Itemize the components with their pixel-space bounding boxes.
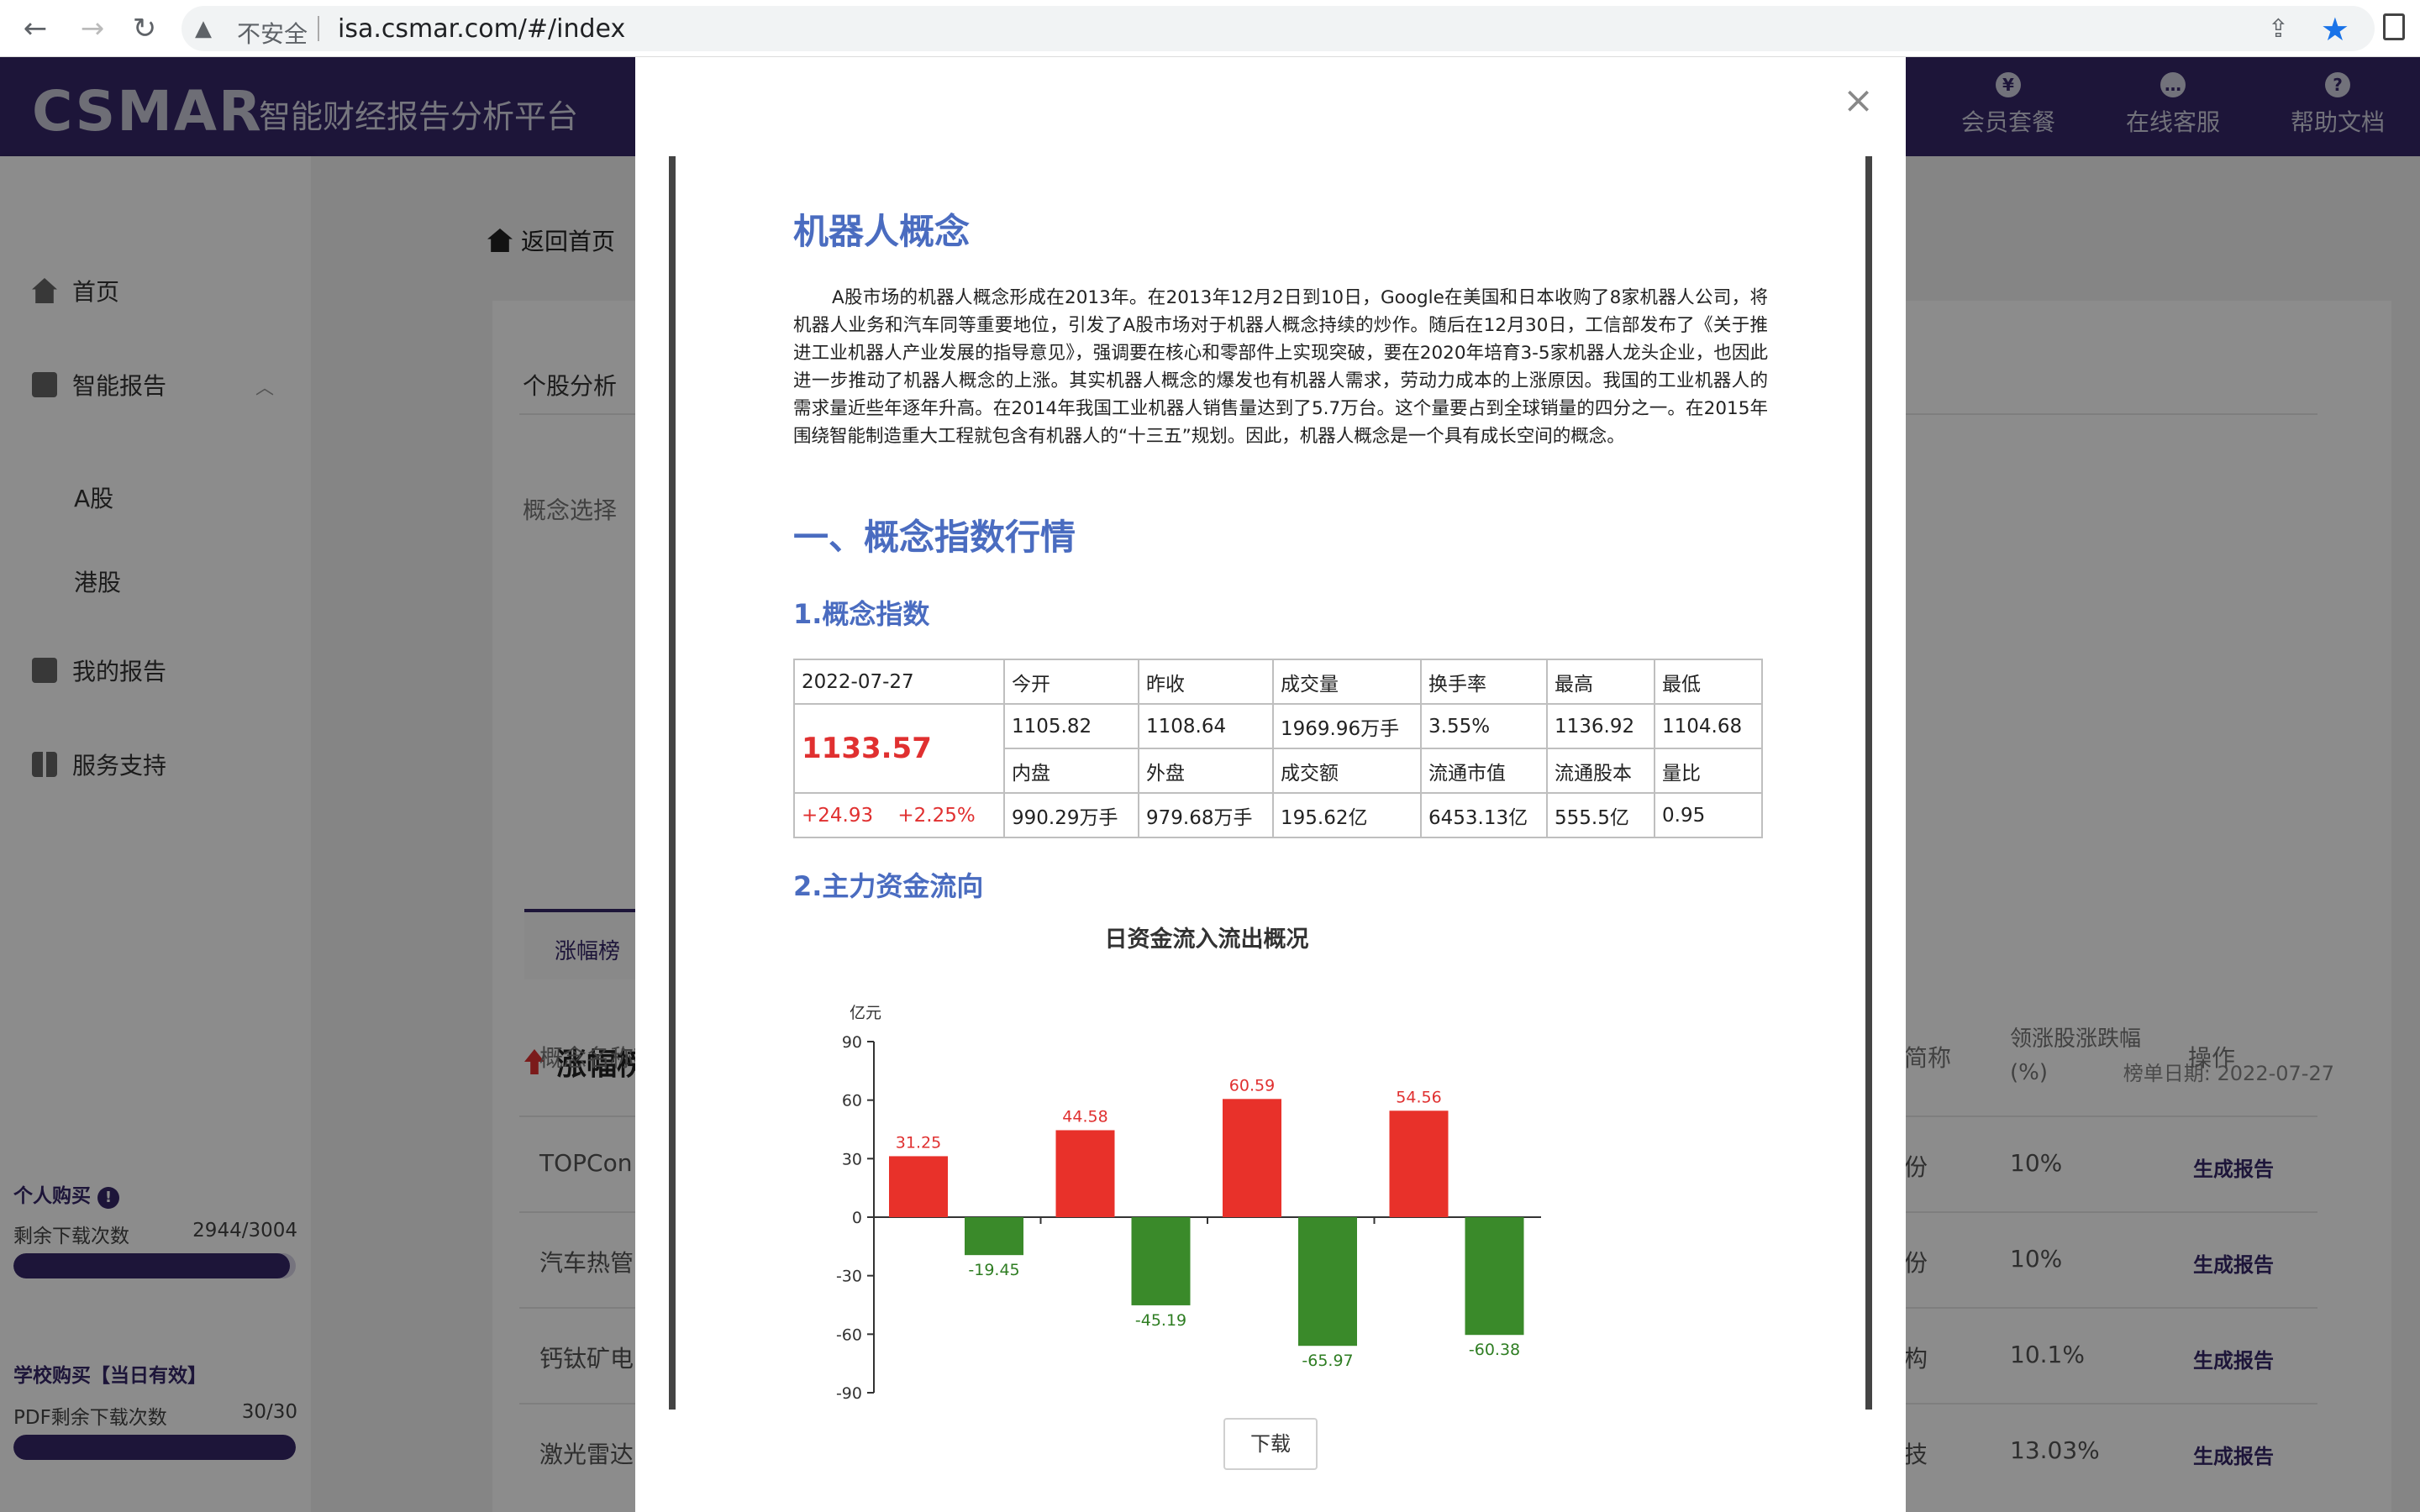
quote-header: 成交量: [1272, 659, 1422, 705]
quote-value: 3.55%: [1420, 703, 1548, 749]
y-tick-label: 0: [852, 1209, 862, 1227]
quote-header: 量比: [1654, 748, 1763, 794]
quote-value: 990.29万手: [1003, 792, 1139, 838]
report-document[interactable]: 机器人概念 A股市场的机器人概念形成在2013年。在2013年12月2日到10日…: [669, 156, 1872, 1410]
quote-change-pct: +2.25%: [897, 804, 976, 827]
warning-icon: ▲: [195, 16, 212, 41]
y-tick-label: -30: [836, 1268, 862, 1286]
capital-flow-chart: 日资金流入流出概况 亿元 90 60 30 0 -30 -60 -90 31.25 -19.45 4…: [793, 916, 1768, 1410]
inflow-data-label: 60.59: [1229, 1076, 1275, 1095]
quote-header: 成交额: [1272, 748, 1422, 794]
report-title: 机器人概念: [793, 211, 971, 252]
quote-value: 1104.68: [1654, 703, 1763, 749]
quote-value: 0.95: [1654, 792, 1763, 838]
section-heading: 一、概念指数行情: [793, 517, 1076, 558]
inflow-data-label: 54.56: [1396, 1088, 1441, 1106]
forward-arrow-icon[interactable]: →: [72, 8, 113, 49]
quote-header: 流通市值: [1420, 748, 1548, 794]
quote-value: 1969.96万手: [1272, 703, 1422, 749]
back-arrow-icon[interactable]: ←: [15, 8, 55, 49]
y-axis-unit-label: 亿元: [850, 1004, 881, 1022]
inflow-bar: [1389, 1110, 1449, 1217]
table-row: 2022-07-27 今开 昨收 成交量 换手率 最高 最低: [793, 659, 1763, 705]
outflow-bar: [965, 1217, 1023, 1256]
browser-toolbar: ← → ↻ ▲ 不安全 isa.csmar.com/#/index ⇪ ★: [0, 0, 2420, 57]
intro-paragraph: A股市场的机器人概念形成在2013年。在2013年12月2日到10日，Googl…: [793, 287, 1768, 447]
reload-icon[interactable]: ↻: [124, 8, 165, 49]
chart-svg: 亿元 90 60 30 0 -30 -60 -90 31.25 -19.45 44.58 -45.19…: [836, 1004, 1541, 1403]
quote-value: 1136.92: [1546, 703, 1655, 749]
url-divider: [318, 16, 319, 41]
quote-header: 最高: [1546, 659, 1655, 705]
outflow-bar: [1298, 1217, 1357, 1347]
bookmark-star-icon[interactable]: ★: [2321, 11, 2349, 48]
security-label: 不安全: [237, 20, 308, 48]
quote-header: 外盘: [1138, 748, 1274, 794]
inflow-bar: [1223, 1099, 1281, 1217]
quote-value: 979.68万手: [1138, 792, 1274, 838]
quote-value: 6453.13亿: [1420, 792, 1548, 838]
outflow-bar: [1131, 1217, 1191, 1305]
download-button[interactable]: 下载: [1223, 1418, 1318, 1470]
quote-header: 昨收: [1138, 659, 1274, 705]
index-quote-table: 2022-07-27 今开 昨收 成交量 换手率 最高 最低 1133.57 1…: [793, 659, 1763, 838]
url-text[interactable]: isa.csmar.com/#/index: [338, 14, 625, 44]
quote-header: 今开: [1003, 659, 1139, 705]
subsection-heading-capital-flow: 2.主力资金流向: [793, 870, 984, 902]
inflow-bar: [889, 1156, 948, 1217]
inflow-data-label: 31.25: [896, 1133, 941, 1152]
quote-header: 流通股本: [1546, 748, 1655, 794]
quote-change: +24.93 +2.25%: [793, 792, 1005, 838]
quote-value: 555.5亿: [1546, 792, 1655, 838]
outflow-data-label: -65.97: [1302, 1352, 1353, 1370]
quote-header: 最低: [1654, 659, 1763, 705]
address-bar[interactable]: ▲ 不安全 isa.csmar.com/#/index ⇪ ★: [182, 6, 2375, 51]
quote-date: 2022-07-27: [793, 659, 1005, 705]
y-tick-label: 30: [842, 1150, 862, 1168]
quote-change-value: +24.93: [802, 804, 874, 827]
subsection-heading-index: 1.概念指数: [793, 598, 930, 630]
close-icon[interactable]: ×: [1843, 82, 1874, 119]
quote-header: 换手率: [1420, 659, 1548, 705]
share-icon[interactable]: ⇪: [2268, 14, 2289, 44]
quote-value: 195.62亿: [1272, 792, 1422, 838]
table-row: +24.93 +2.25% 990.29万手 979.68万手 195.62亿 …: [793, 792, 1763, 838]
inflow-data-label: 44.58: [1062, 1107, 1107, 1126]
table-row: 1133.57 1105.82 1108.64 1969.96万手 3.55% …: [793, 703, 1763, 794]
y-tick-label: 90: [842, 1033, 862, 1052]
quote-header: 内盘: [1003, 748, 1139, 794]
outflow-data-label: -45.19: [1135, 1311, 1186, 1330]
outflow-data-label: -60.38: [1469, 1341, 1520, 1359]
quote-value: 1105.82: [1003, 703, 1139, 749]
y-tick-label: 60: [842, 1092, 862, 1110]
report-preview-modal: × 机器人概念 A股市场的机器人概念形成在2013年。在2013年12月2日到1…: [635, 57, 1906, 1512]
outflow-bar: [1465, 1217, 1524, 1336]
tab-search-icon[interactable]: [2383, 13, 2405, 40]
quote-price: 1133.57: [793, 703, 1005, 794]
y-tick-label: -60: [836, 1326, 862, 1344]
y-tick-label: -90: [836, 1384, 862, 1403]
outflow-data-label: -19.45: [968, 1261, 1019, 1279]
inflow-bar: [1055, 1130, 1115, 1217]
quote-value: 1108.64: [1138, 703, 1274, 749]
